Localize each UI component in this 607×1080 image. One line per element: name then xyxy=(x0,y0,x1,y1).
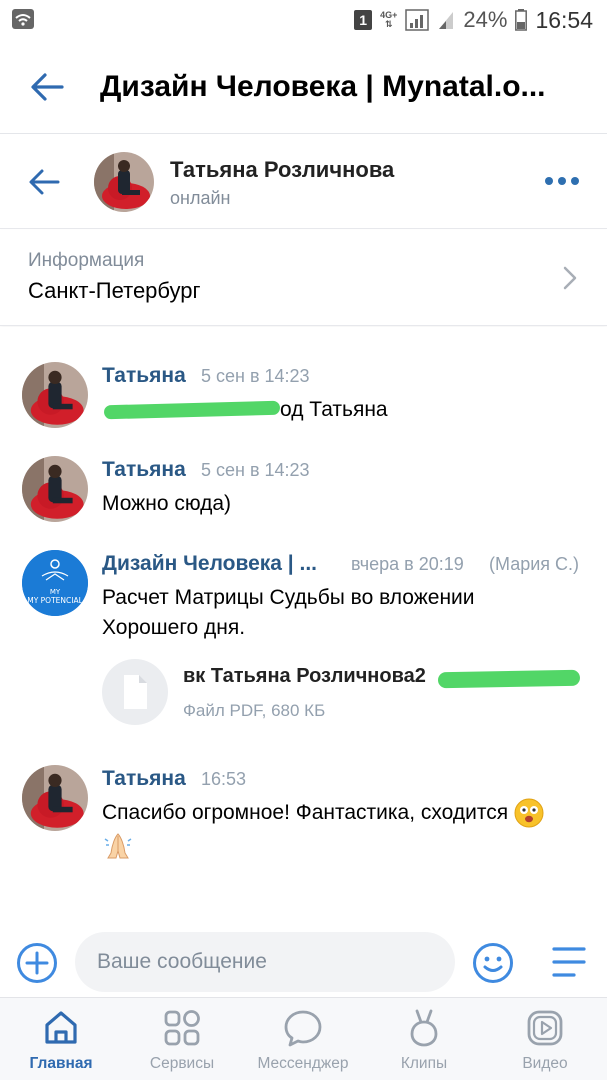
astonished-face-icon xyxy=(514,798,544,828)
emoji-icon[interactable] xyxy=(472,942,514,984)
message-author[interactable]: Дизайн Человека | ... xyxy=(102,552,317,576)
sim-icon: 1 xyxy=(354,10,373,30)
svg-text:MY POTENCIAL: MY POTENCIAL xyxy=(27,596,83,605)
services-icon xyxy=(164,1010,200,1046)
svg-text:MY: MY xyxy=(50,588,61,596)
nav-item-video[interactable]: Видео xyxy=(485,998,605,1080)
message-list[interactable]: Татьяна 5 сен в 14:23 од Татьяна Татьяна… xyxy=(0,327,607,927)
chat-header[interactable]: Татьяна Розличнова онлайн xyxy=(0,135,607,229)
message-time: вчера в 20:19 xyxy=(351,554,464,574)
nav-item-messenger[interactable]: Мессенджер xyxy=(243,998,363,1080)
messenger-icon xyxy=(284,1010,322,1047)
redaction-mark xyxy=(437,669,581,689)
signal-icon-2 xyxy=(439,12,454,29)
nav-item-home[interactable]: Главная xyxy=(1,998,121,1080)
chevron-right-icon xyxy=(563,266,577,290)
video-icon xyxy=(527,1010,563,1046)
nav-label: Клипы xyxy=(400,1055,448,1072)
app-header: Дизайн Человека | Mynatal.o... xyxy=(0,40,607,134)
file-attachment-button[interactable] xyxy=(102,659,168,725)
message-text: Можно сюда) xyxy=(102,492,232,515)
message-input[interactable] xyxy=(75,932,455,992)
message-author[interactable]: Татьяна xyxy=(102,364,186,388)
battery-icon xyxy=(515,9,528,31)
nav-label: Главная xyxy=(29,1055,93,1072)
back-arrow-icon[interactable] xyxy=(30,72,64,102)
home-icon xyxy=(45,1011,77,1044)
avatar[interactable] xyxy=(22,362,88,428)
folded-hands-icon xyxy=(104,833,132,859)
message-text-line: Хорошего дня. xyxy=(102,616,246,639)
back-arrow-icon[interactable] xyxy=(28,168,60,196)
message-time: 5 сен в 14:23 xyxy=(201,366,310,386)
nav-label: Видео xyxy=(522,1055,568,1072)
message-author[interactable]: Татьяна xyxy=(102,458,186,482)
clock: 16:54 xyxy=(535,6,593,33)
message-composer xyxy=(0,928,607,996)
message-time: 5 сен в 14:23 xyxy=(201,460,310,480)
info-label: Информация xyxy=(28,250,145,271)
info-value: Санкт-Петербург xyxy=(28,278,201,303)
battery-percent: 24% xyxy=(463,7,508,32)
add-attachment-icon[interactable] xyxy=(16,942,58,984)
wifi-icon xyxy=(12,9,34,29)
nav-item-services[interactable]: Сервисы xyxy=(122,998,242,1080)
clips-icon xyxy=(410,1009,438,1047)
contact-name: Татьяна Розличнова xyxy=(170,157,395,182)
avatar[interactable] xyxy=(22,456,88,522)
message-sender-note: (Мария С.) xyxy=(489,554,580,574)
file-meta: Файл PDF, 680 КБ xyxy=(183,701,326,720)
message-text: Спасибо огромное! Фантастика, сходится xyxy=(102,798,544,828)
status-bar: 1 4G+ ⇅ 24% 16:54 xyxy=(0,0,607,40)
message-text-line: Расчет Матрицы Судьбы во вложении xyxy=(102,586,475,609)
network-type: 4G+ ⇅ xyxy=(380,10,398,29)
nav-item-clips[interactable]: Клипы xyxy=(364,998,484,1080)
document-icon xyxy=(124,675,147,709)
avatar[interactable]: MY MY POTENCIAL xyxy=(22,550,88,616)
message-author[interactable]: Татьяна xyxy=(102,767,186,791)
menu-icon[interactable] xyxy=(550,944,588,980)
avatar[interactable] xyxy=(22,765,88,831)
nav-label: Сервисы xyxy=(149,1055,215,1072)
info-panel[interactable]: Информация Санкт-Петербург xyxy=(0,230,607,326)
avatar[interactable] xyxy=(94,152,154,212)
nav-label: Мессенджер xyxy=(257,1055,349,1072)
bottom-navigation: Главная Сервисы Мессенджер Клипы Видео xyxy=(0,997,607,1080)
message-time: 16:53 xyxy=(201,769,247,789)
more-options-icon[interactable] xyxy=(545,177,579,185)
page-title: Дизайн Человека | Mynatal.o... xyxy=(100,70,546,103)
online-status: онлайн xyxy=(170,188,231,208)
potencial-logo-icon: MY MY POTENCIAL xyxy=(22,550,88,616)
signal-icon xyxy=(405,9,430,31)
